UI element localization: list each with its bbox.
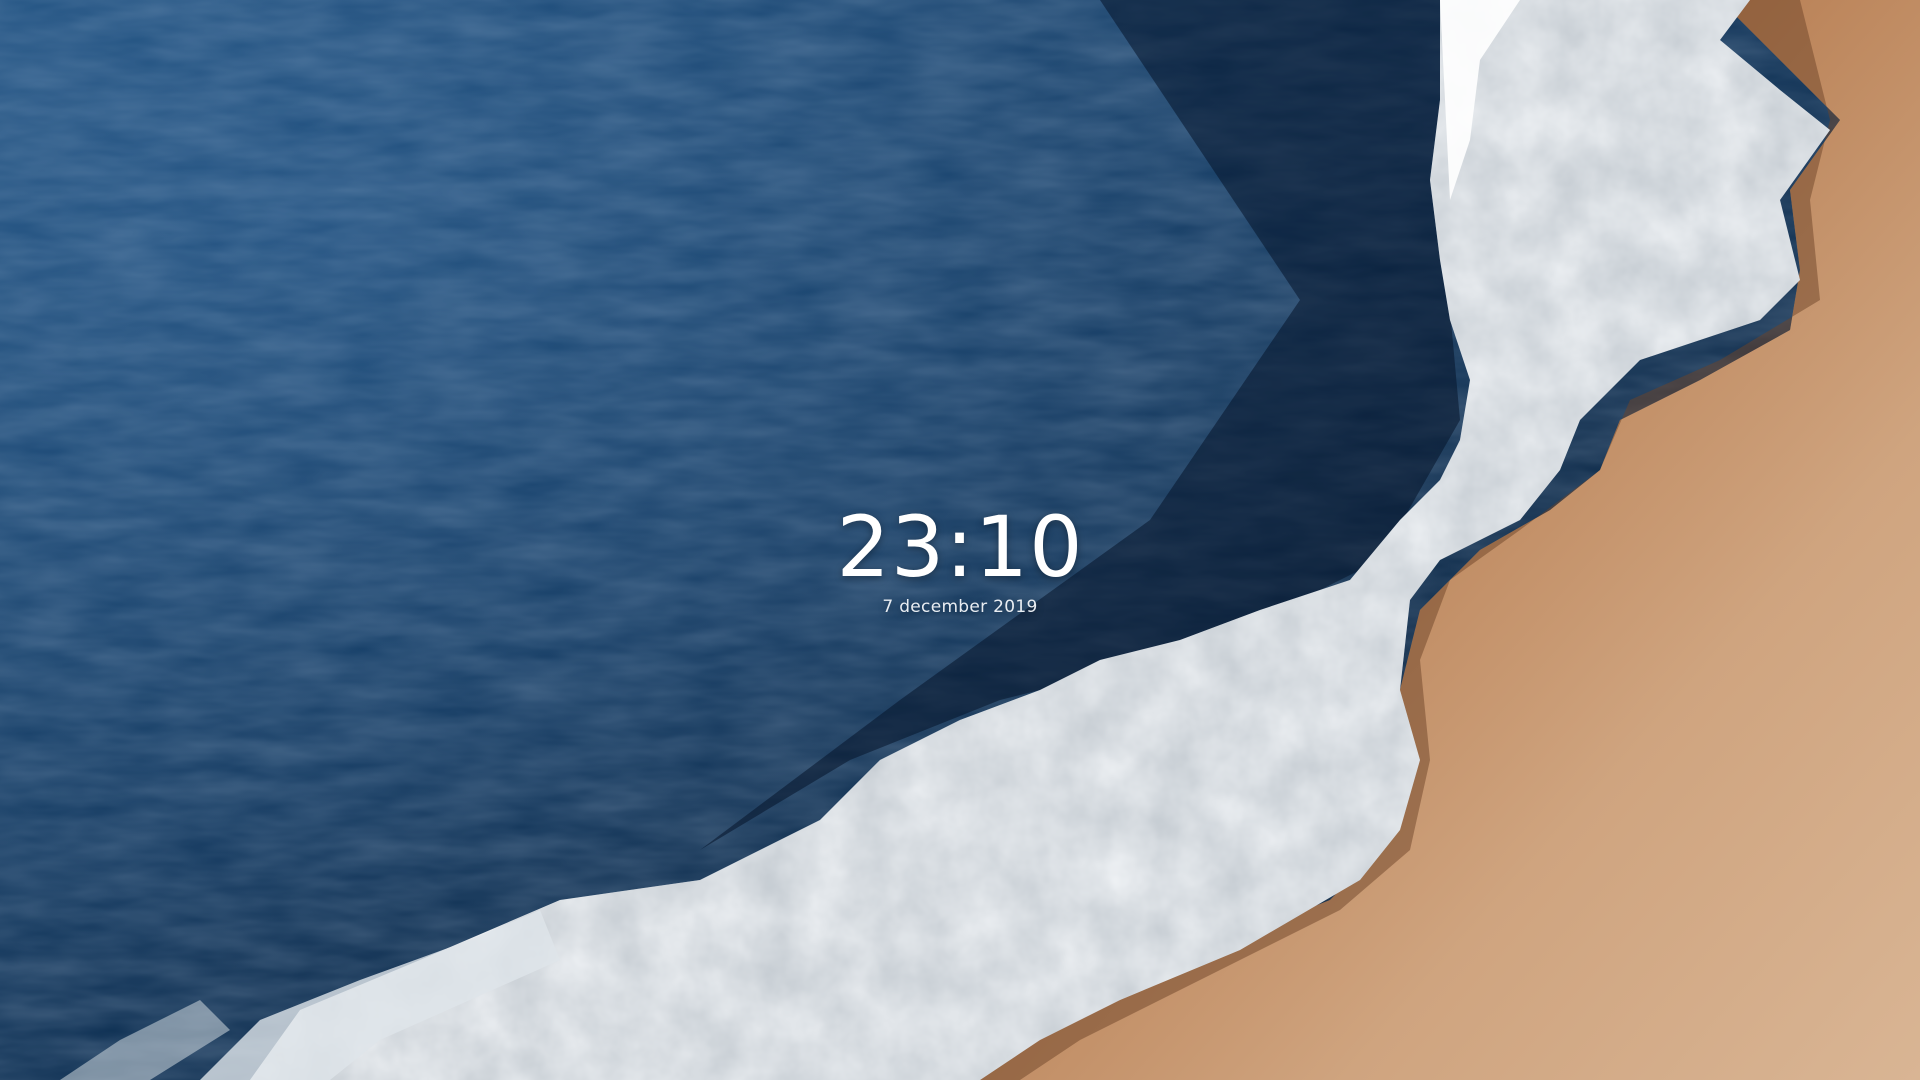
lock-screen: 23:10 7 december 2019 — [0, 0, 1920, 1080]
clock-time: 23:10 — [836, 498, 1084, 596]
clock-date: 7 december 2019 — [882, 597, 1038, 617]
lock-clock: 23:10 7 december 2019 — [0, 500, 1920, 618]
